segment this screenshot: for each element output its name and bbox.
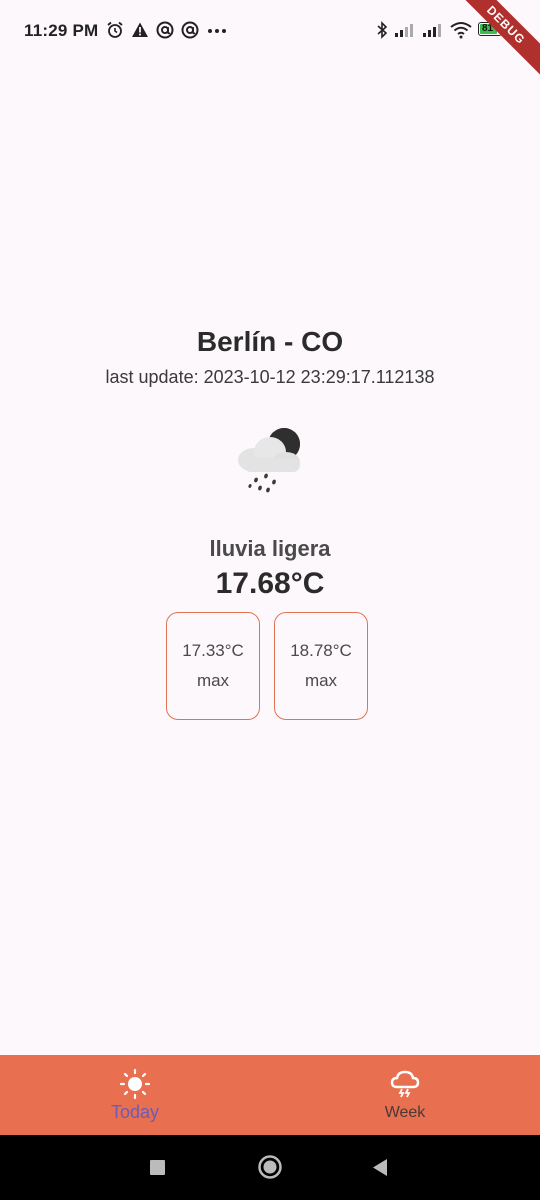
last-update-label: last update:: [105, 367, 199, 387]
max-temp-value: 18.78°C: [290, 641, 352, 660]
more-dots-icon: [208, 29, 226, 33]
nav-label-today: Today: [110, 1101, 160, 1122]
app-screen: 11:29 PM 81 DEBUG Berlín - CO last updat…: [0, 0, 540, 1200]
alarm-icon: [107, 21, 123, 38]
status-right-icons: 81: [376, 21, 506, 39]
weather-description: lluvia ligera: [209, 536, 331, 561]
status-bar: 11:29 PM 81 DEBUG: [0, 0, 540, 81]
max-temp-label: max: [304, 671, 338, 690]
current-temperature: 17.68°C: [215, 567, 325, 600]
city-title: Berlín - CO: [196, 326, 344, 357]
weather-today-view: Berlín - CO last update: 2023-10-12 23:29…: [0, 64, 540, 1055]
min-temp-label: max: [196, 671, 230, 690]
system-navigation-bar: [0, 1135, 540, 1200]
status-time: 11:29 PM: [24, 21, 99, 40]
min-temp-card: 17.33°C max: [166, 612, 260, 720]
recents-button[interactable]: [148, 1155, 168, 1179]
signal-icon: [423, 24, 441, 37]
last-update: last update: 2023-10-12 23:29:17.112138: [0, 367, 540, 388]
bottom-navigation: Today Week: [0, 1055, 540, 1135]
min-max-cards: 17.33°C max 18.78°C max: [166, 612, 368, 720]
signal-icon: [395, 24, 413, 37]
last-update-value: 2023-10-12 23:29:17.112138: [203, 367, 435, 387]
wifi-icon: [450, 22, 472, 39]
bluetooth-icon: [377, 21, 388, 39]
sun-icon: [119, 1068, 151, 1099]
nav-item-today[interactable]: Today: [0, 1055, 270, 1135]
status-left-icons: [106, 21, 228, 39]
nav-label-week: Week: [384, 1104, 426, 1121]
min-temp-value: 17.33°C: [182, 641, 244, 660]
nav-item-week[interactable]: Week: [270, 1055, 540, 1135]
warning-icon: [132, 22, 148, 37]
max-temp-card: 18.78°C max: [274, 612, 368, 720]
home-button[interactable]: [257, 1154, 283, 1180]
cloud-night-rain-icon: [238, 427, 300, 493]
storm-cloud-icon: [390, 1070, 420, 1098]
at-sign-icon: [156, 21, 174, 39]
at-sign-icon: [181, 21, 199, 39]
back-button[interactable]: [370, 1155, 390, 1179]
